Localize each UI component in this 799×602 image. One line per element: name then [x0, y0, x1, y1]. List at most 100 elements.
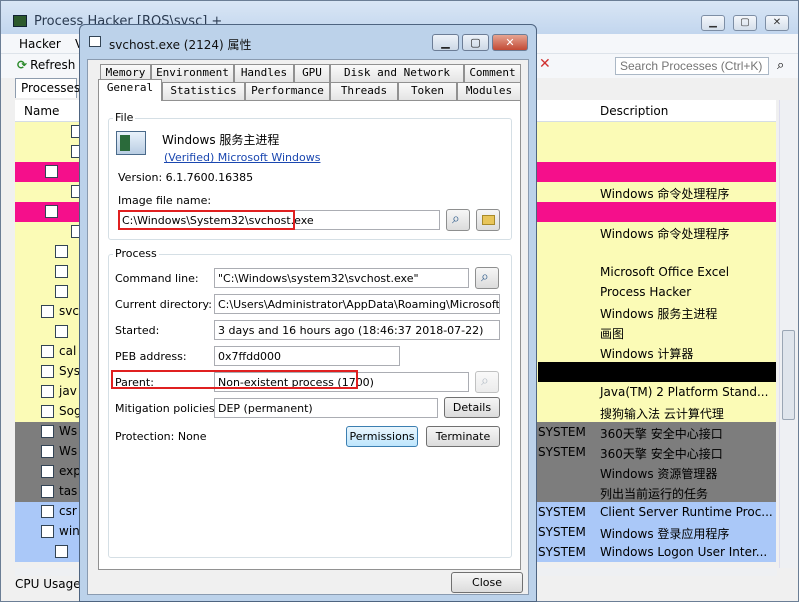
- tab-environment[interactable]: Environment: [151, 64, 234, 82]
- process-icon: [41, 445, 54, 458]
- process-description: Windows 资源管理器: [600, 467, 718, 481]
- scrollbar-thumb[interactable]: [782, 330, 795, 420]
- refresh-icon: ⟳: [17, 58, 28, 72]
- refresh-button[interactable]: ⟳ Refresh: [17, 58, 75, 72]
- started-label: Started:: [115, 324, 160, 337]
- process-name: jav: [59, 384, 77, 398]
- process-icon: [41, 305, 54, 318]
- tab-processes[interactable]: Processes: [15, 78, 80, 98]
- process-icon: [41, 345, 54, 358]
- selection-highlight: [538, 362, 776, 382]
- process-name: exp: [59, 464, 81, 478]
- process-icon: [41, 465, 54, 478]
- started-field[interactable]: 3 days and 16 hours ago (18:46:37 2018-0…: [214, 320, 500, 340]
- dialog-title-bar[interactable]: svchost.exe (2124) 属性 ▁ ▢ ✕: [80, 25, 536, 59]
- magnifier-icon: ⌕: [452, 211, 460, 227]
- process-icon: [41, 405, 54, 418]
- process-description: Process Hacker: [600, 285, 692, 299]
- mitigation-policies-field[interactable]: DEP (permanent): [214, 398, 438, 418]
- dialog-minimize-icon[interactable]: ▁: [432, 34, 459, 51]
- tab-statistics[interactable]: Statistics: [162, 82, 245, 100]
- process-description: 搜狗输入法 云计算代理: [600, 407, 724, 421]
- process-description: 列出当前运行的任务: [600, 487, 709, 501]
- tab-performance[interactable]: Performance: [245, 82, 330, 100]
- file-group-label: File: [113, 111, 136, 124]
- process-description: Java(TM) 2 Platform Stand...: [600, 385, 769, 399]
- permissions-button[interactable]: Permissions: [346, 426, 418, 447]
- process-name: Ws: [59, 424, 78, 438]
- tab-general[interactable]: General: [98, 79, 162, 101]
- tab-handles[interactable]: Handles: [234, 64, 294, 82]
- open-folder-button[interactable]: [476, 209, 500, 231]
- parent-highlight: [111, 370, 358, 389]
- search-icon[interactable]: ⌕: [777, 58, 784, 73]
- magnifier-icon: ⌕: [481, 269, 489, 285]
- protection-label: Protection: None: [115, 430, 207, 443]
- window-icon: [89, 36, 101, 47]
- process-name: svc: [59, 304, 79, 318]
- tab-modules[interactable]: Modules: [457, 82, 521, 100]
- peb-address-field[interactable]: 0x7ffdd000: [214, 346, 400, 366]
- process-user: SYSTEM: [538, 425, 586, 439]
- process-icon: [55, 545, 68, 558]
- vertical-scrollbar[interactable]: [779, 100, 797, 568]
- process-user: SYSTEM: [538, 445, 586, 459]
- terminate-button[interactable]: Terminate: [426, 426, 500, 447]
- process-icon: [55, 245, 68, 258]
- mitigation-policies-label: Mitigation policies:: [115, 402, 219, 415]
- clear-search-icon[interactable]: ✕: [539, 56, 551, 72]
- process-description: Client Server Runtime Proc...: [600, 505, 773, 519]
- current-directory-field[interactable]: C:\Users\Administrator\AppData\Roaming\M…: [214, 294, 500, 314]
- file-version: Version: 6.1.7600.16385: [118, 171, 254, 184]
- process-hacker-icon: [13, 15, 27, 27]
- close-icon[interactable]: ✕: [765, 15, 789, 31]
- menu-hacker[interactable]: Hacker: [19, 37, 61, 51]
- minimize-icon[interactable]: ▁: [701, 15, 725, 31]
- process-description: Windows 命令处理程序: [600, 187, 730, 201]
- dialog-close-icon[interactable]: ✕: [492, 34, 528, 51]
- tab-comment[interactable]: Comment: [464, 64, 521, 82]
- process-group-label: Process: [113, 247, 159, 260]
- tab-gpu[interactable]: GPU: [294, 64, 330, 82]
- process-description: Windows 命令处理程序: [600, 227, 730, 241]
- process-icon: [45, 165, 58, 178]
- process-name: Sys: [59, 364, 80, 378]
- file-type-icon: [116, 131, 146, 155]
- tab-threads[interactable]: Threads: [330, 82, 398, 100]
- process-name: cal: [59, 344, 77, 358]
- parent-inspect-button[interactable]: ⌕: [475, 371, 499, 393]
- process-icon: [41, 425, 54, 438]
- process-icon: [55, 265, 68, 278]
- search-input[interactable]: [615, 57, 769, 75]
- tab-disk-and-network[interactable]: Disk and Network: [330, 64, 464, 82]
- process-icon: [41, 505, 54, 518]
- refresh-label: Refresh: [30, 58, 76, 72]
- column-name[interactable]: Name: [24, 104, 59, 118]
- command-line-inspect-button[interactable]: ⌕: [475, 267, 499, 289]
- process-icon: [55, 285, 68, 298]
- process-icon: [45, 205, 58, 218]
- peb-address-label: PEB address:: [115, 350, 187, 363]
- close-button[interactable]: Close: [451, 572, 523, 593]
- dialog-maximize-icon[interactable]: ▢: [462, 34, 489, 51]
- process-description: Windows Logon User Inter...: [600, 545, 768, 559]
- tab-token[interactable]: Token: [398, 82, 457, 100]
- properties-dialog: svchost.exe (2124) 属性 ▁ ▢ ✕ Memory Envir…: [79, 24, 537, 602]
- process-name: win: [59, 524, 80, 538]
- maximize-icon[interactable]: ▢: [733, 15, 757, 31]
- process-description: Microsoft Office Excel: [600, 265, 730, 279]
- command-line-field[interactable]: "C:\Windows\system32\svchost.exe": [214, 268, 469, 288]
- current-directory-label: Current directory:: [115, 298, 212, 311]
- folder-icon: [482, 215, 495, 225]
- column-description[interactable]: Description: [600, 104, 668, 118]
- process-description: Windows 服务主进程: [600, 307, 718, 321]
- magnifier-icon: ⌕: [481, 373, 489, 389]
- file-description: Windows 服务主进程: [162, 133, 280, 147]
- inspect-button[interactable]: ⌕: [446, 209, 470, 231]
- details-button[interactable]: Details: [444, 397, 500, 418]
- dialog-client-area: Memory Environment Handles GPU Disk and …: [87, 59, 529, 595]
- company-link[interactable]: (Verified) Microsoft Windows: [164, 151, 320, 164]
- process-description: 360天擎 安全中心接口: [600, 427, 723, 441]
- process-icon: [41, 525, 54, 538]
- process-user: SYSTEM: [538, 505, 586, 519]
